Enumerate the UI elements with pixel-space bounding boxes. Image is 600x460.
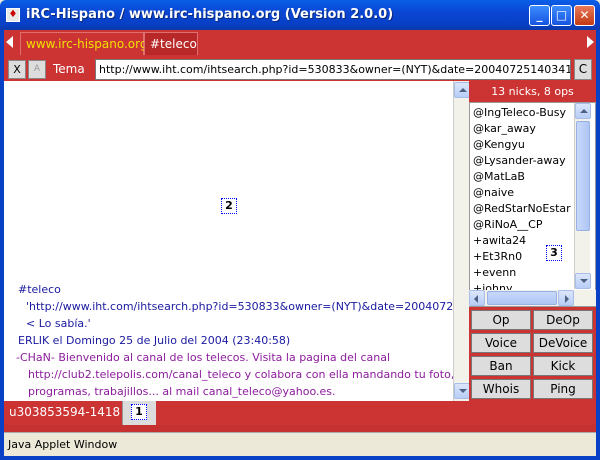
nick-scroll-down-button[interactable] xyxy=(575,273,591,289)
topic-input[interactable]: http://www.iht.com/ihtsearch.php?id=5308… xyxy=(95,59,571,80)
chat-line: -CHaN- Bienvenido al canal de los teleco… xyxy=(16,351,391,364)
app-icon: ♦ xyxy=(6,8,20,22)
nick-scrollbar[interactable] xyxy=(574,103,591,289)
tab-channel[interactable]: #teleco xyxy=(144,32,198,55)
arrow-left-icon xyxy=(474,295,478,303)
chat-lines: #teleco 'http://www.iht.com/ihtsearch.ph… xyxy=(4,281,453,400)
chat-line: programas, trabajillos... al mail canal_… xyxy=(28,385,336,398)
region-badge-3: 3 xyxy=(546,245,562,261)
applet-bar: Java Applet Window xyxy=(4,432,596,456)
arrow-up-icon xyxy=(580,109,588,113)
region-badge-2: 2 xyxy=(221,198,237,214)
voice-button[interactable]: Voice xyxy=(471,333,531,353)
nick-item[interactable]: +Et3Rn0 xyxy=(473,249,522,265)
arrow-right-icon xyxy=(565,295,569,303)
ban-button[interactable]: Ban xyxy=(471,356,531,376)
nick-item[interactable]: @kar_away xyxy=(473,121,536,137)
chat-line: #teleco xyxy=(18,283,61,296)
topic-bar: X A Tema http://www.iht.com/ihtsearch.ph… xyxy=(4,55,596,81)
devoice-button[interactable]: DeVoice xyxy=(533,333,593,353)
nick-scroll-thumb[interactable] xyxy=(576,121,590,231)
scroll-up-button[interactable] xyxy=(454,82,470,98)
chat-scrollbar[interactable] xyxy=(453,81,470,401)
nick-item[interactable]: +evenn xyxy=(473,265,516,281)
ping-button[interactable]: Ping xyxy=(533,379,593,399)
chat-line: ERLIK el Domingo 25 de Julio del 2004 (2… xyxy=(18,334,291,347)
nick-item[interactable]: @RedStarNoEstar xyxy=(473,201,571,217)
op-button[interactable]: Op xyxy=(471,310,531,330)
arrow-down-icon xyxy=(459,389,467,393)
tab-server[interactable]: www.irc-hispano.org xyxy=(20,32,147,55)
chat-line: < Lo sabía.' xyxy=(26,317,91,330)
nick-hscroll-thumb[interactable] xyxy=(487,291,557,305)
nick-item[interactable]: @Lysander-away xyxy=(473,153,566,169)
whois-button[interactable]: Whois xyxy=(471,379,531,399)
nick-hscrollbar[interactable] xyxy=(469,290,596,306)
nick-scroll-up-button[interactable] xyxy=(575,103,591,119)
window-title: iRC-Hispano / www.irc-hispano.org (Versi… xyxy=(26,7,394,22)
chat-line: http://club2.telepolis.com/canal_teleco … xyxy=(28,368,453,381)
font-button[interactable]: A xyxy=(28,60,46,79)
nick-scroll-right-button[interactable] xyxy=(558,290,574,306)
nick-count: 13 nicks, 8 ops xyxy=(469,81,596,102)
nick-item[interactable]: @naive xyxy=(473,185,514,201)
nick-item[interactable]: +awita24 xyxy=(473,233,526,249)
status-bar: u303853594-1418 1 xyxy=(4,401,596,425)
chat-line: 'http://www.iht.com/ihtsearch.php?id=530… xyxy=(26,300,453,313)
close-button[interactable]: ✕ xyxy=(574,5,595,26)
nick-scroll-left-button[interactable] xyxy=(469,290,485,306)
applet-label: Java Applet Window xyxy=(8,438,118,451)
kick-button[interactable]: Kick xyxy=(533,356,593,376)
topic-c-button[interactable]: C xyxy=(574,59,592,80)
minimize-button[interactable]: _ xyxy=(529,5,550,26)
chat-area[interactable]: #teleco 'http://www.iht.com/ihtsearch.ph… xyxy=(4,81,453,401)
nick-item[interactable]: @IngTeleco-Busy xyxy=(473,105,566,121)
arrow-down-icon xyxy=(580,279,588,283)
nick-item[interactable]: @RiNoA__CP xyxy=(473,217,543,233)
region-badge-1: 1 xyxy=(131,404,147,420)
maximize-button[interactable]: □ xyxy=(551,5,572,26)
deop-button[interactable]: DeOp xyxy=(533,310,593,330)
tab-scroll-right-icon[interactable] xyxy=(587,36,594,48)
nick-item[interactable]: @MatLaB xyxy=(473,169,525,185)
nick-item[interactable]: @Kengyu xyxy=(473,137,525,153)
tabs-bar: www.irc-hispano.org #teleco xyxy=(4,30,596,55)
title-bar[interactable]: ♦ iRC-Hispano / www.irc-hispano.org (Ver… xyxy=(0,0,600,30)
nick-actions: Op DeOp Voice DeVoice Ban Kick Whois Pin… xyxy=(469,307,596,401)
topic-label: Tema xyxy=(53,62,85,76)
tab-scroll-left-icon[interactable] xyxy=(6,36,13,48)
status-tab[interactable]: 1 xyxy=(122,401,156,425)
own-nick: u303853594-1418 xyxy=(9,405,121,419)
arrow-up-icon xyxy=(459,88,467,92)
close-channel-button[interactable]: X xyxy=(8,60,26,79)
scroll-down-button[interactable] xyxy=(454,383,470,399)
